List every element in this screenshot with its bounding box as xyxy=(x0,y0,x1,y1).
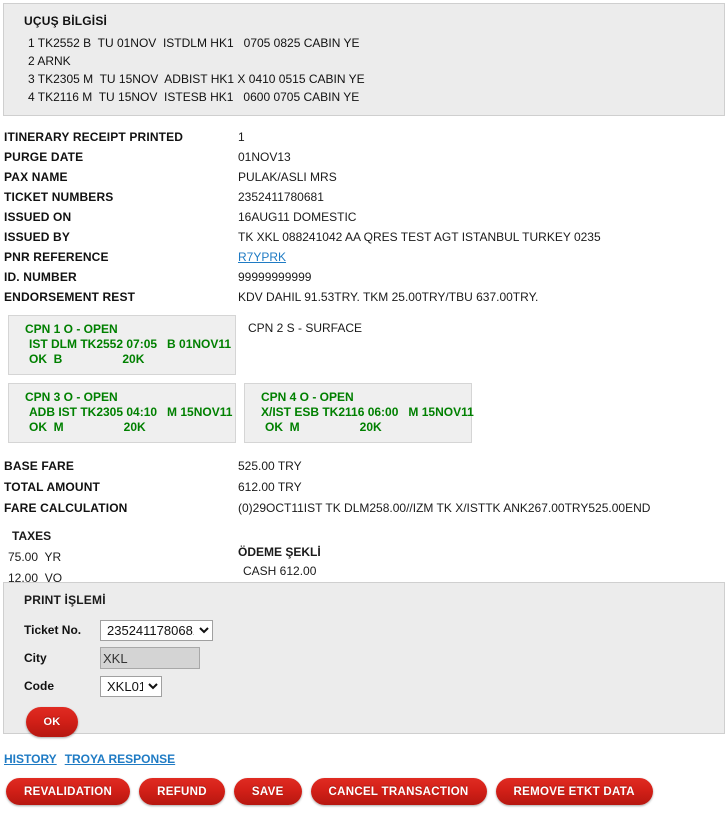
coupon-segment-line: ADB IST TK2305 04:10 M 15NOV11 xyxy=(29,405,233,419)
taxes-heading: TAXES xyxy=(12,529,52,543)
coupon-box-3: CPN 3 O - OPEN ADB IST TK2305 04:10 M 15… xyxy=(8,383,236,443)
detail-value: 2352411780681 xyxy=(238,190,324,204)
fare-row-base-fare: BASE FARE 525.00 TRY xyxy=(0,456,728,477)
detail-row: PURGE DATE 01NOV13 xyxy=(0,147,728,167)
flight-segment-row: 2 ARNK xyxy=(28,54,71,68)
detail-label: ISSUED BY xyxy=(4,230,71,244)
fare-value: (0)29OCT11IST TK DLM258.00//IZM TK X/IST… xyxy=(238,501,651,515)
taxes-block: TAXES 75.00 YR 12.00 VQ xyxy=(0,529,238,589)
detail-row: ISSUED ON 16AUG11 DOMESTIC xyxy=(0,207,728,227)
coupon-status-line: CPN 3 O - OPEN xyxy=(25,390,118,404)
footer-links: HISTORY TROYA RESPONSE xyxy=(0,752,728,766)
cancel-transaction-button[interactable]: CANCEL TRANSACTION xyxy=(310,778,487,805)
coupon-segment-line: IST DLM TK2552 07:05 B 01NOV11 xyxy=(29,337,232,351)
payment-heading: ÖDEME ŞEKLİ xyxy=(238,545,321,559)
detail-value: 1 xyxy=(238,130,245,144)
ticket-no-label: Ticket No. xyxy=(24,623,82,637)
ticket-no-select[interactable]: 2352411780681 xyxy=(100,619,213,641)
detail-label: ID. NUMBER xyxy=(4,270,77,284)
detail-label: TICKET NUMBERS xyxy=(4,190,114,204)
detail-value: 01NOV13 xyxy=(238,150,291,164)
detail-label: PNR REFERENCE xyxy=(4,250,109,264)
save-button[interactable]: SAVE xyxy=(233,778,302,805)
detail-row: ITINERARY RECEIPT PRINTED 1 xyxy=(0,127,728,147)
detail-label: PURGE DATE xyxy=(4,150,84,164)
flight-segment-row: 4 TK2116 M TU 15NOV ISTESB HK1 0600 0705… xyxy=(28,90,360,104)
coupon-box-4: CPN 4 O - OPEN X/IST ESB TK2116 06:00 M … xyxy=(244,383,474,443)
flight-segment-row: 1 TK2552 B TU 01NOV ISTDLM HK1 0705 0825… xyxy=(28,36,360,50)
coupon-segment-line: X/IST ESB TK2116 06:00 M 15NOV11 xyxy=(261,405,474,419)
coupon-baggage-line: OK M 20K xyxy=(29,420,146,434)
coupon-baggage-line: OK B 20K xyxy=(29,352,145,366)
detail-row: ISSUED BY TK XKL 088241042 AA QRES TEST … xyxy=(0,227,728,247)
ticket-details-list: ITINERARY RECEIPT PRINTED 1 PURGE DATE 0… xyxy=(0,116,728,307)
detail-row: ID. NUMBER 99999999999 xyxy=(0,267,728,287)
revalidation-button[interactable]: REVALIDATION xyxy=(6,778,131,805)
detail-row: PAX NAME PULAK/ASLI MRS xyxy=(0,167,728,187)
code-select[interactable]: XKL01 xyxy=(100,675,162,697)
detail-row: TICKET NUMBERS 2352411780681 xyxy=(0,187,728,207)
tax-line: 75.00 YR xyxy=(8,550,62,564)
fare-label: BASE FARE xyxy=(4,459,75,473)
flight-segment-row: 3 TK2305 M TU 15NOV ADBIST HK1 X 0410 05… xyxy=(28,72,365,86)
troya-response-link[interactable]: TROYA RESPONSE xyxy=(65,752,175,766)
detail-value: PULAK/ASLI MRS xyxy=(238,170,337,184)
footer-section: HISTORY TROYA RESPONSE REVALIDATION REFUN… xyxy=(0,752,728,805)
code-label: Code xyxy=(24,679,54,693)
fare-value: 525.00 TRY xyxy=(238,459,302,473)
history-link[interactable]: HISTORY xyxy=(4,752,57,766)
detail-value: 16AUG11 DOMESTIC xyxy=(238,210,357,224)
form-row-city: City xyxy=(24,644,724,672)
detail-label: PAX NAME xyxy=(4,170,68,184)
detail-label: ITINERARY RECEIPT PRINTED xyxy=(4,130,184,144)
coupon-box-1: CPN 1 O - OPEN IST DLM TK2552 07:05 B 01… xyxy=(8,315,236,375)
coupon-2-surface-text: CPN 2 S - SURFACE xyxy=(248,321,363,335)
detail-row: ENDORSEMENT REST KDV DAHIL 91.53TRY. TKM… xyxy=(0,287,728,307)
coupon-section: CPN 1 O - OPEN IST DLM TK2552 07:05 B 01… xyxy=(0,307,728,443)
flight-info-panel: UÇUŞ BİLGİSİ 1 TK2552 B TU 01NOV ISTDLM … xyxy=(3,3,725,116)
form-row-code: Code XKL01 xyxy=(24,672,724,700)
coupon-row: CPN 1 O - OPEN IST DLM TK2552 07:05 B 01… xyxy=(0,315,728,375)
fare-section: BASE FARE 525.00 TRY TOTAL AMOUNT 612.00… xyxy=(0,451,728,589)
fare-row-total-amount: TOTAL AMOUNT 612.00 TRY xyxy=(0,477,728,498)
print-form-title: PRINT İŞLEMİ xyxy=(24,593,106,607)
flight-info-title: UÇUŞ BİLGİSİ xyxy=(24,14,108,28)
refund-button[interactable]: REFUND xyxy=(139,778,225,805)
form-row-ticket-no: Ticket No. 2352411780681 xyxy=(24,616,724,644)
detail-value: 99999999999 xyxy=(238,270,312,284)
fare-label: FARE CALCULATION xyxy=(4,501,128,515)
coupon-baggage-line: OK M 20K xyxy=(265,420,382,434)
detail-label: ENDORSEMENT REST xyxy=(4,290,136,304)
detail-value: KDV DAHIL 91.53TRY. TKM 25.00TRY/TBU 637… xyxy=(238,290,539,304)
coupon-status-line: CPN 1 O - OPEN xyxy=(25,322,118,336)
payment-line: CASH 612.00 xyxy=(243,564,317,578)
fare-row-fare-calculation: FARE CALCULATION (0)29OCT11IST TK DLM258… xyxy=(0,498,728,519)
coupon-status-line: CPN 4 O - OPEN xyxy=(261,390,354,404)
detail-value: TK XKL 088241042 AA QRES TEST AGT ISTANB… xyxy=(238,230,601,244)
city-label: City xyxy=(24,651,47,665)
detail-row-pnr-reference: PNR REFERENCE R7YPRK xyxy=(0,247,728,267)
fare-label: TOTAL AMOUNT xyxy=(4,480,101,494)
remove-etkt-data-button[interactable]: REMOVE ETKT DATA xyxy=(495,778,653,805)
coupon-row: CPN 3 O - OPEN ADB IST TK2305 04:10 M 15… xyxy=(0,383,728,443)
payment-block: ÖDEME ŞEKLİ CASH 612.00 xyxy=(238,529,321,589)
pnr-reference-link[interactable]: R7YPRK xyxy=(238,250,286,264)
detail-label: ISSUED ON xyxy=(4,210,72,224)
action-button-bar: REVALIDATION REFUND SAVE CANCEL TRANSACT… xyxy=(0,766,728,805)
detail-value: R7YPRK xyxy=(238,247,286,267)
city-input[interactable] xyxy=(100,647,200,669)
taxes-payment-row: TAXES 75.00 YR 12.00 VQ ÖDEME ŞEKLİ CASH… xyxy=(0,519,728,589)
fare-value: 612.00 TRY xyxy=(238,480,302,494)
ok-button[interactable]: OK xyxy=(26,707,78,737)
print-form-panel: PRINT İŞLEMİ Ticket No. 2352411780681 Ci… xyxy=(3,582,725,737)
